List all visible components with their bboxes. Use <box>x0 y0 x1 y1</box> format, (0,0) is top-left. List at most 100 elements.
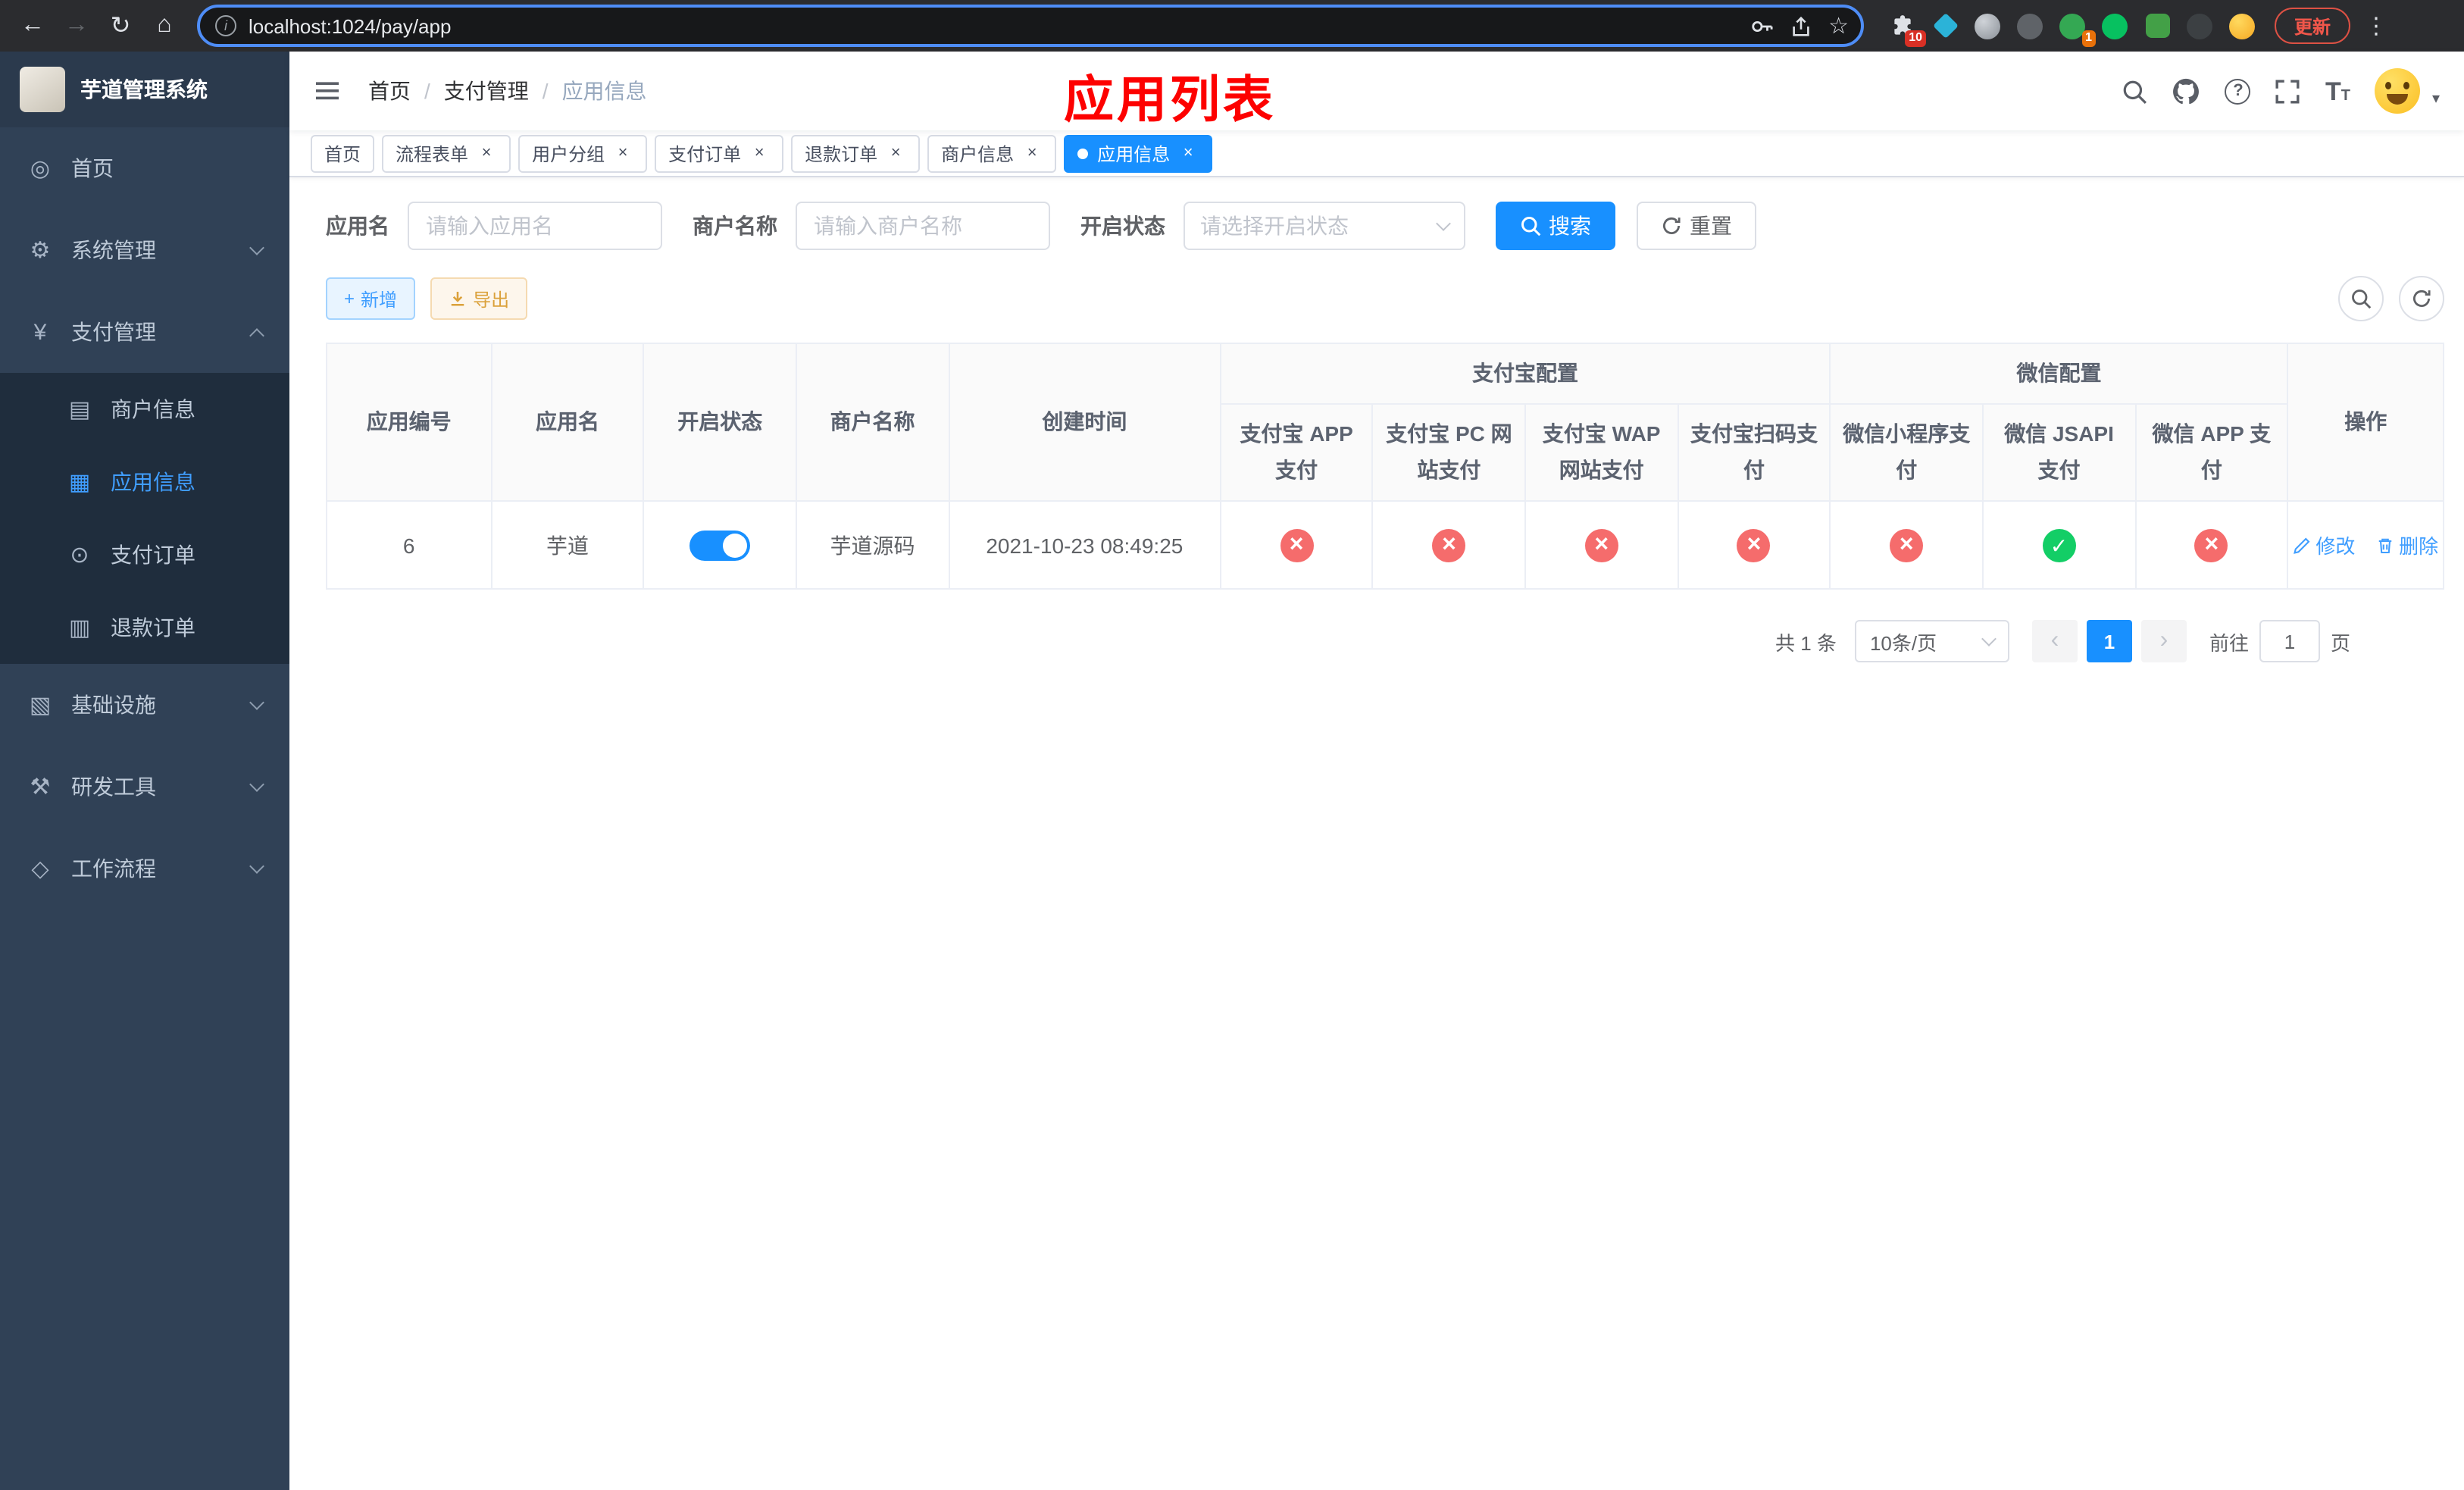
close-icon[interactable]: × <box>749 142 770 164</box>
gear-icon: ⚙ <box>30 238 51 264</box>
tab-label: 退款订单 <box>805 143 878 164</box>
edit-link[interactable]: 修改 <box>2293 531 2355 559</box>
close-icon[interactable]: × <box>476 142 497 164</box>
extension-emoji-icon[interactable] <box>2228 11 2256 40</box>
extensions-puzzle-icon[interactable]: 10 <box>1888 11 1926 46</box>
sidebar-toggle-icon[interactable] <box>314 77 341 105</box>
extensions-badge: 10 <box>1905 30 1926 46</box>
sidebar-item-system[interactable]: ⚙ 系统管理 <box>0 209 289 291</box>
close-icon[interactable]: × <box>612 142 633 164</box>
sidebar-item-payment[interactable]: ¥ 支付管理 <box>0 291 289 373</box>
close-icon[interactable]: × <box>1021 142 1043 164</box>
sidebar-item-refund-order[interactable]: ▥ 退款订单 <box>0 591 289 664</box>
chevron-up-icon <box>249 327 264 343</box>
avatar-face <box>2403 82 2409 89</box>
infrastructure-icon: ▧ <box>29 693 52 718</box>
tab-user-group[interactable]: 用户分组 × <box>518 134 648 172</box>
export-button[interactable]: 导出 <box>430 277 528 320</box>
status-select[interactable]: 请选择开启状态 <box>1184 202 1465 250</box>
extension-diamond-icon[interactable] <box>1931 11 1959 40</box>
chevron-down-icon <box>1981 631 1997 646</box>
caret-down-icon[interactable]: ▾ <box>2432 91 2440 108</box>
sidebar-item-app-info[interactable]: ▦ 应用信息 <box>0 446 289 518</box>
col-header-status: 开启状态 <box>643 343 797 502</box>
forward-button[interactable]: → <box>56 5 97 46</box>
extension-dark-icon[interactable] <box>2015 11 2044 40</box>
sidebar-item-pay-order[interactable]: ⊙ 支付订单 <box>0 518 289 591</box>
github-icon[interactable] <box>2172 77 2201 105</box>
page-number-button[interactable]: 1 <box>2086 620 2132 662</box>
browser-update-button[interactable]: 更新 <box>2275 8 2351 44</box>
help-icon[interactable]: ? <box>2225 78 2251 104</box>
tab-merchant-info[interactable]: 商户信息 × <box>927 134 1057 172</box>
status-toggle[interactable] <box>689 530 751 560</box>
fullscreen-icon[interactable] <box>2275 78 2301 104</box>
bookmark-star-icon[interactable]: ☆ <box>1828 14 1849 37</box>
show-search-icon-button[interactable] <box>2338 276 2384 321</box>
add-button[interactable]: + 新增 <box>326 277 416 320</box>
sidebar-item-merchant-info[interactable]: ▤ 商户信息 <box>0 373 289 446</box>
page-size-select[interactable]: 10条/页 <box>1854 620 2009 662</box>
table-toolbar: + 新增 导出 <box>326 276 2444 321</box>
reset-button[interactable]: 重置 <box>1637 202 1756 250</box>
reload-button[interactable]: ↻ <box>100 5 141 46</box>
pagination-total: 共 1 条 <box>1775 631 1837 654</box>
browser-toolbar: ← → ↻ ⌂ i localhost:1024/pay/app ☆ 10 1 … <box>0 0 2464 52</box>
table-row: 6 芋道 芋道源码 2021-10-23 08:49:25 × × × × × … <box>326 500 2444 590</box>
tab-label: 应用信息 <box>1097 143 1171 164</box>
chevron-down-icon <box>249 776 264 791</box>
goto-page-input[interactable] <box>2259 620 2320 662</box>
app-logo-row[interactable]: 芋道管理系统 <box>0 52 289 127</box>
cell-app-id: 6 <box>326 500 492 590</box>
tab-refund-order[interactable]: 退款订单 × <box>791 134 921 172</box>
merchant-name-input[interactable] <box>796 202 1050 250</box>
sidebar-item-label: 基础设施 <box>71 693 156 717</box>
search-button[interactable]: 搜索 <box>1496 202 1615 250</box>
breadcrumb-item[interactable]: 首页 <box>368 76 411 106</box>
app-logo-avatar <box>20 67 65 112</box>
extension-wechat-icon[interactable] <box>2100 11 2129 40</box>
close-icon[interactable]: × <box>885 142 906 164</box>
breadcrumb: 首页 / 支付管理 / 应用信息 <box>368 76 647 106</box>
extension-puzzle-dark-icon[interactable] <box>2185 11 2214 40</box>
col-header-alipay-pc: 支付宝 PC 网站支付 <box>1371 403 1527 502</box>
delete-link[interactable]: 删除 <box>2376 531 2438 559</box>
tab-app-info[interactable]: 应用信息 × <box>1064 134 1213 172</box>
share-icon[interactable] <box>1789 14 1812 37</box>
cell-create-time: 2021-10-23 08:49:25 <box>948 500 1221 590</box>
breadcrumb-item[interactable]: 支付管理 <box>444 76 529 106</box>
tab-pay-order[interactable]: 支付订单 × <box>655 134 784 172</box>
pagination: 共 1 条 10条/页 ‹ 1 › 前往 页 <box>326 620 2444 662</box>
sidebar-item-dev-tools[interactable]: ⚒ 研发工具 <box>0 746 289 828</box>
font-size-icon[interactable]: TT <box>2325 78 2350 104</box>
sidebar: 芋道管理系统 ◎ 首页 ⚙ 系统管理 ¥ 支付管理 ▤ 商户信息 ▦ 应用信息 … <box>0 52 289 1490</box>
next-page-button[interactable]: › <box>2140 620 2187 662</box>
tab-active-dot <box>1077 148 1089 158</box>
prev-page-button[interactable]: ‹ <box>2031 620 2078 662</box>
site-info-icon[interactable]: i <box>215 15 236 36</box>
tab-home[interactable]: 首页 <box>311 134 375 172</box>
tab-process-form[interactable]: 流程表单 × <box>382 134 511 172</box>
address-bar[interactable]: i localhost:1024/pay/app ☆ <box>197 5 1864 47</box>
alipay-pc-status-icon <box>1432 528 1466 562</box>
search-icon[interactable] <box>2122 78 2148 104</box>
extension-green-badge-icon[interactable]: 1 <box>2058 11 2096 46</box>
content-area: 应用名 商户名称 开启状态 请选择开启状态 <box>289 177 2464 1490</box>
extension-green-square-icon[interactable] <box>2143 11 2172 40</box>
browser-menu-icon[interactable]: ⋮ <box>2362 12 2390 39</box>
extension-globe-icon[interactable] <box>1973 11 2002 40</box>
tab-label: 流程表单 <box>396 143 469 164</box>
user-avatar[interactable] <box>2374 68 2420 114</box>
sidebar-item-infra[interactable]: ▧ 基础设施 <box>0 664 289 746</box>
refresh-icon-button[interactable] <box>2399 276 2444 321</box>
app-name-input[interactable] <box>408 202 662 250</box>
col-header-wechat-jsapi: 微信 JSAPI 支付 <box>1981 403 2137 502</box>
password-key-icon[interactable] <box>1750 14 1772 37</box>
back-button[interactable]: ← <box>12 5 53 46</box>
home-button[interactable]: ⌂ <box>144 5 185 46</box>
sidebar-item-workflow[interactable]: ◇ 工作流程 <box>0 828 289 909</box>
plus-icon: + <box>344 288 355 309</box>
page-title: 应用列表 <box>1064 71 1276 127</box>
sidebar-item-home[interactable]: ◎ 首页 <box>0 127 289 209</box>
close-icon[interactable]: × <box>1177 142 1199 164</box>
